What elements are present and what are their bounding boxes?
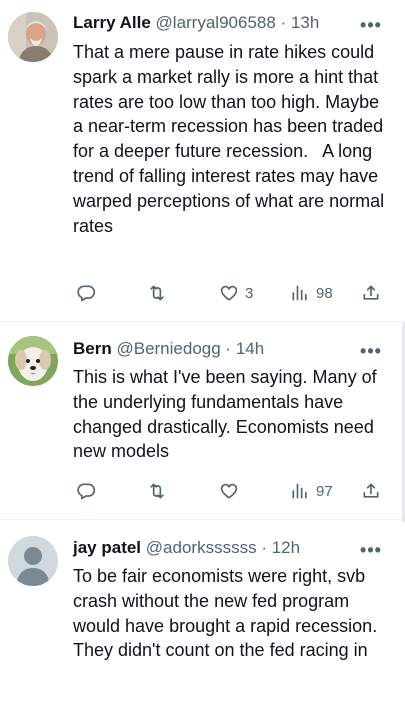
like-button[interactable]: 3 — [219, 281, 253, 305]
action-bar: 97 — [73, 479, 393, 503]
user-handle[interactable]: @larryal906588 — [156, 13, 276, 32]
like-count: 3 — [245, 284, 254, 302]
views-icon — [292, 483, 307, 499]
reply-button[interactable] — [76, 479, 96, 503]
more-options-icon[interactable]: ••• — [359, 342, 383, 366]
timestamp[interactable]: 12h — [272, 538, 300, 557]
views-button[interactable]: 97 — [290, 479, 333, 503]
display-name[interactable]: jay patel — [73, 538, 141, 557]
avatar[interactable] — [8, 536, 58, 586]
display-name[interactable]: Larry Alle — [73, 13, 151, 32]
more-options-icon[interactable]: ••• — [359, 16, 383, 40]
like-button[interactable] — [219, 479, 239, 503]
tweet[interactable]: Larry Alle @larryal906588 · 13h ••• That… — [0, 0, 405, 322]
separator-dot: · — [261, 538, 267, 557]
share-icon — [363, 483, 379, 498]
reply-button[interactable] — [76, 281, 96, 305]
separator-dot: · — [280, 13, 287, 32]
timestamp[interactable]: 13h — [291, 13, 319, 32]
retweet-button[interactable] — [147, 479, 167, 503]
user-handle[interactable]: @Berniedogg — [116, 339, 220, 358]
retweet-button[interactable] — [147, 281, 167, 305]
tweet-text: That a mere pause in rate hikes could sp… — [73, 42, 390, 236]
display-name[interactable]: Bern — [73, 339, 112, 358]
views-button[interactable]: 98 — [290, 281, 333, 305]
retweet-icon — [150, 483, 164, 499]
views-icon — [292, 285, 307, 301]
reply-icon — [77, 285, 96, 302]
separator-dot: · — [225, 339, 232, 358]
more-options-icon[interactable]: ••• — [359, 541, 383, 565]
tweet-header: Bern @Berniedogg · 14h — [73, 337, 395, 361]
dog-photo-icon — [8, 336, 58, 386]
tweet-text: This is what I've been saying. Many of t… — [73, 367, 382, 462]
tweet-header: jay patel @adorkssssss · 12h — [73, 536, 395, 560]
timestamp[interactable]: 14h — [236, 339, 264, 358]
like-icon — [220, 483, 238, 499]
user-handle[interactable]: @adorkssssss — [146, 538, 257, 557]
avatar[interactable] — [8, 336, 58, 386]
like-icon — [220, 285, 238, 301]
share-icon — [363, 285, 379, 300]
tweet[interactable]: jay patel @adorkssssss · 12h ••• To be f… — [0, 520, 405, 707]
reply-icon — [77, 483, 96, 500]
action-bar: 3 98 — [73, 281, 393, 305]
person-photo-icon — [8, 12, 58, 62]
share-button[interactable] — [361, 479, 381, 503]
share-button[interactable] — [361, 281, 381, 305]
view-count: 98 — [316, 284, 333, 302]
tweet[interactable]: Bern @Berniedogg · 14h ••• This is what … — [0, 322, 405, 519]
retweet-icon — [150, 285, 164, 301]
view-count: 97 — [316, 482, 333, 500]
tweet-header: Larry Alle @larryal906588 · 13h — [73, 11, 395, 35]
tweet-text: To be fair economists were right, svb cr… — [73, 566, 382, 661]
default-avatar-icon — [8, 536, 58, 586]
avatar[interactable] — [8, 12, 58, 62]
